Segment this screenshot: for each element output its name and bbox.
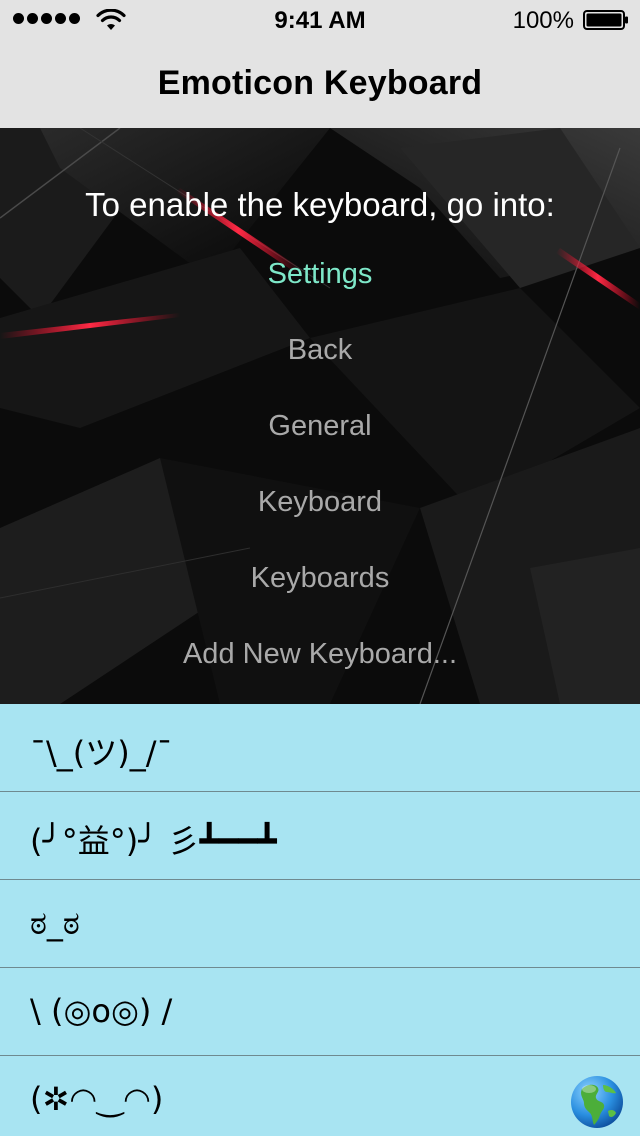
instruction-panel: To enable the keyboard, go into: Setting… — [0, 128, 640, 704]
emoticon-list: ¯\_(ツ)_/¯ (╯°益°)╯ 彡┻━━┻ ಠ_ಠ \ (◎o◎) / (✲… — [0, 704, 640, 1136]
emoticon-row-shrug[interactable]: ¯\_(ツ)_/¯ — [0, 704, 640, 792]
emoticon-row-look-of-disapproval[interactable]: ಠ_ಠ — [0, 880, 640, 968]
emoticon-text: (╯°益°)╯ 彡┻━━┻ — [30, 822, 277, 860]
battery-percent: 100% — [512, 7, 574, 34]
emoticon-row-happy[interactable]: (✲◠‿◠) — [0, 1056, 640, 1136]
emoticon-row-surprised[interactable]: \ (◎o◎) / — [0, 968, 640, 1056]
emoticon-row-table-flip[interactable]: (╯°益°)╯ 彡┻━━┻ — [0, 792, 640, 880]
step-keyboard: Keyboard — [257, 486, 383, 518]
emoticon-text: (✲◠‿◠) — [30, 1080, 164, 1118]
nav-title: Emoticon Keyboard — [157, 64, 483, 102]
emoticon-text: ¯\_(ツ)_/¯ — [30, 734, 173, 772]
app-screen: 9:41 AM 100% Emoticon Keyboard To enable… — [0, 0, 640, 1136]
emoticon-text: \ (◎o◎) / — [30, 992, 173, 1030]
step-back: Back — [287, 334, 353, 366]
top-bar: 9:41 AM 100% Emoticon Keyboard — [0, 0, 640, 128]
step-keyboards: Keyboards — [250, 562, 390, 594]
step-settings: Settings — [267, 258, 373, 290]
steps-list: Settings Back General Keyboard Keyboards… — [0, 254, 640, 704]
battery-icon — [583, 10, 628, 30]
step-add-new-keyboard: Add New Keyboard... — [182, 638, 458, 670]
step-general: General — [268, 410, 372, 442]
instruction-heading: To enable the keyboard, go into: — [85, 186, 555, 223]
emoticon-text: ಠ_ಠ — [30, 904, 80, 942]
globe-americas-icon[interactable] — [570, 1075, 624, 1129]
status-bar: 9:41 AM 100% — [0, 0, 640, 40]
